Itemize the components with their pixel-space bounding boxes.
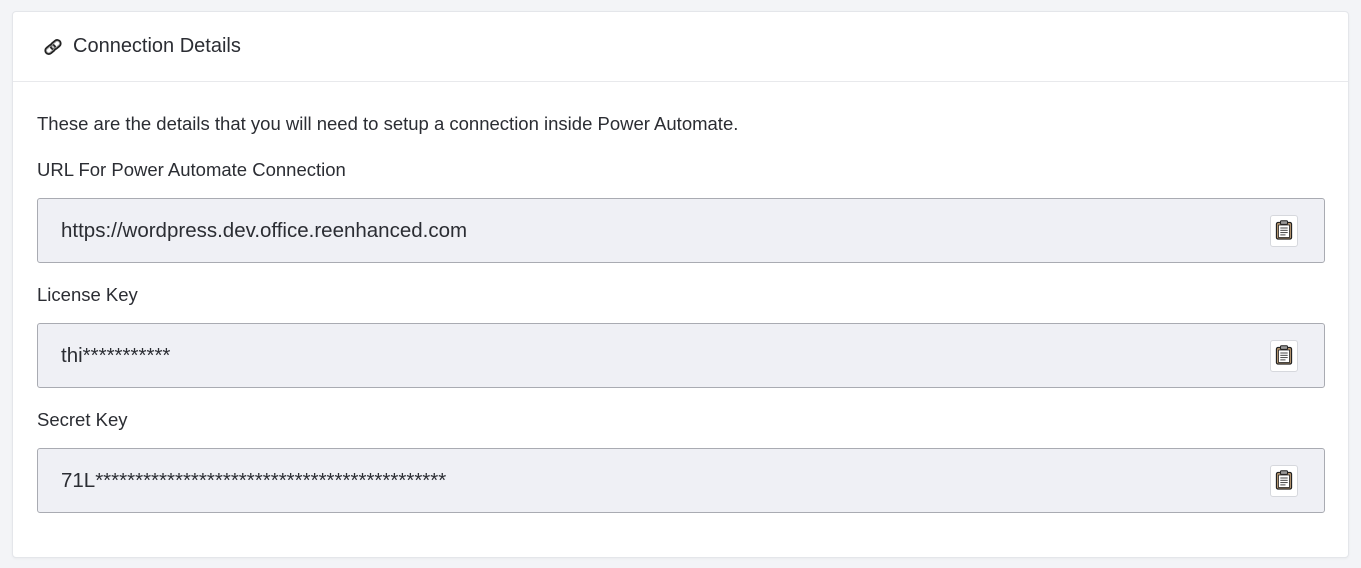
secret-key-field bbox=[37, 448, 1325, 513]
clipboard-icon bbox=[1275, 344, 1293, 368]
card-body: These are the details that you will need… bbox=[13, 82, 1348, 513]
url-field bbox=[37, 198, 1325, 263]
license-key-input[interactable] bbox=[38, 324, 1258, 387]
clipboard-icon bbox=[1275, 219, 1293, 243]
card-title: Connection Details bbox=[73, 35, 241, 57]
copy-secret-key-button[interactable] bbox=[1270, 465, 1298, 497]
link-icon bbox=[40, 34, 66, 60]
intro-text: These are the details that you will need… bbox=[37, 113, 739, 134]
secret-key-label: Secret Key bbox=[37, 409, 128, 430]
copy-url-button[interactable] bbox=[1270, 215, 1298, 247]
secret-key-input[interactable] bbox=[38, 449, 1258, 512]
connection-details-card: Connection Details These are the details… bbox=[12, 11, 1349, 558]
url-label: URL For Power Automate Connection bbox=[37, 159, 346, 180]
license-key-field bbox=[37, 323, 1325, 388]
clipboard-icon bbox=[1275, 469, 1293, 493]
url-input[interactable] bbox=[38, 199, 1258, 262]
copy-license-key-button[interactable] bbox=[1270, 340, 1298, 372]
card-header: Connection Details bbox=[13, 12, 1348, 82]
license-key-label: License Key bbox=[37, 284, 138, 305]
